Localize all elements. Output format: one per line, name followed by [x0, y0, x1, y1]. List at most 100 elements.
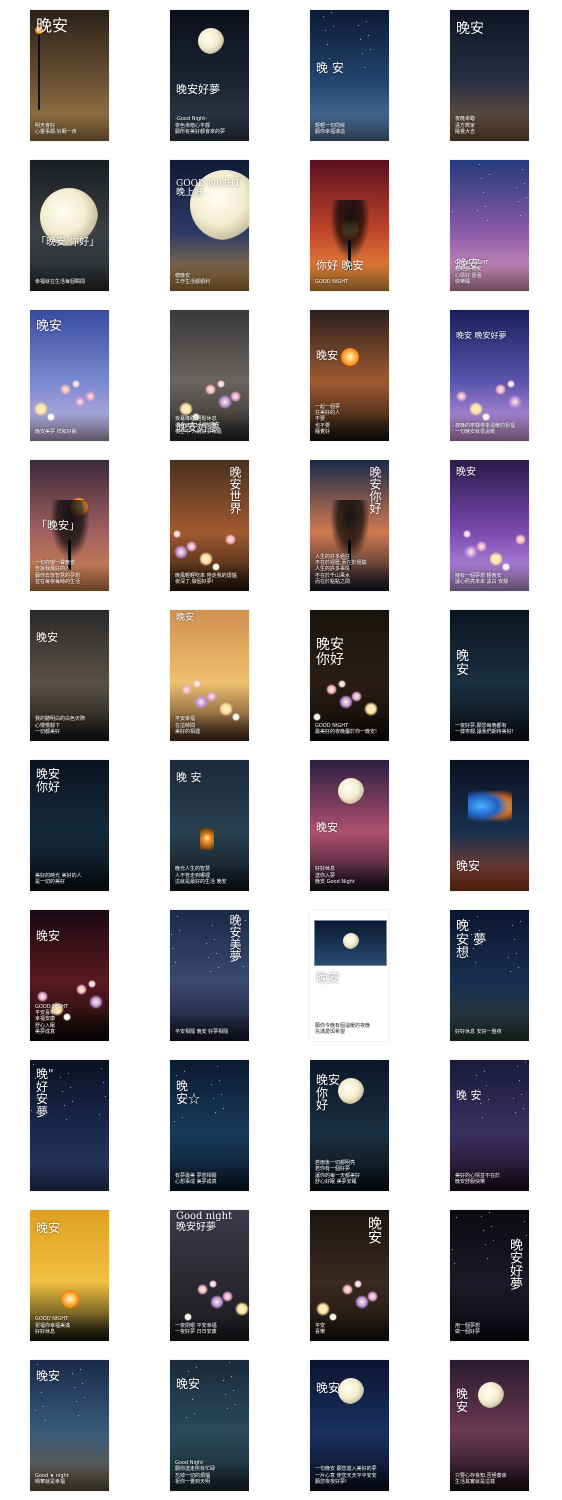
poster-card[interactable]: 晚安 你好 美好的時光 美好的人 是一切的美好 [30, 760, 109, 891]
star-icon [452, 211, 453, 212]
star-icon [514, 939, 515, 940]
poster-card[interactable]: 晚 安☆ 有夢最美 夢想相隨 心想事成 美夢成真 [170, 1060, 249, 1191]
star-icon [370, 49, 371, 50]
star-icon [184, 1071, 185, 1072]
poster-caption: GOOD NIGHT 平安喜樂 幸福安康 舒心入眠 美夢成真 [35, 1003, 69, 1035]
star-icon [70, 1087, 71, 1088]
poster-title: 晚安 晚安好夢 [456, 331, 507, 340]
poster-card[interactable]: 晚安 你 好若雨後一切都明亮 若你有一個好夢 讓你的每一天都美好 舒心好眠 美夢… [310, 1060, 389, 1191]
poster-card[interactable]: 晚安 你好 GOOD NIGHT 最美好的夜晚屬於你一晚安! [310, 610, 389, 741]
poster-title: 晚安 [36, 319, 63, 334]
poster-title: 晚安 [366, 1216, 382, 1244]
poster-card[interactable]: 晚安好夢 夜幕降臨 輕鬆休息 滿身疲憊 心無旁騖 夜空中 入眠好夢相隨 [170, 310, 249, 441]
poster-card[interactable]: 晚 安輕輕一句問候 願你幸福滿溢 [310, 10, 389, 141]
flower-icon [464, 545, 478, 559]
star-icon [66, 1119, 67, 1120]
flower-icon [495, 384, 506, 395]
star-icon [103, 1082, 104, 1083]
poster-caption: 擁有一個夢想 輕晚安 讓心照亮未來 黑白 安靜 [455, 572, 509, 585]
poster-card[interactable]: 晚安 擁有一個夢想 輕晚安 讓心照亮未來 黑白 安靜 [450, 460, 529, 591]
poster-card[interactable]: 晚安 夜晚來臨 遠方嚮家 睡覺大吉 [450, 10, 529, 141]
poster-caption: 一句晚安 願您進入美好的夢 一片心意 使您天天平平安安 願您夜夜好夢! [315, 1466, 377, 1485]
star-icon [481, 1216, 482, 1217]
star-icon [76, 1401, 77, 1402]
poster-card[interactable]: 晚安 GOOD NIGHT 平安喜樂 幸福安康 舒心入眠 美夢成真 [30, 910, 109, 1041]
flower-icon [194, 695, 208, 709]
star-icon [175, 962, 176, 963]
flower-icon [235, 1302, 249, 1316]
poster-card[interactable]: 你好 晚安 GOOD NIGHT [310, 160, 389, 291]
flower-icon [205, 384, 216, 395]
poster-card[interactable]: 晚安世界 晚風輕輕吹來 帶走我的煩惱 夜深了,做個好夢! [170, 460, 249, 591]
star-icon [327, 44, 328, 45]
poster-card[interactable]: 晚安 GOOD NIGHT 祝福你幸福美滿 好好休息 [30, 1210, 109, 1341]
flower-icon [354, 1280, 362, 1288]
flower-icon [174, 545, 188, 559]
poster-card[interactable]: 晚安 晚安美夢 祥和好眠 [30, 310, 109, 441]
poster-card[interactable]: 晚安 晚安好夢夜晚的寧靜帶來溫暖的祝福 一句晚安就很溫暖 [450, 310, 529, 441]
poster-card[interactable]: 晚 安 夢 想好好休息 安好一整夜 [450, 910, 529, 1041]
poster-caption: 夜晚的寧靜帶來溫暖的祝福 一句晚安就很溫暖 [455, 422, 516, 435]
flower-icon [173, 530, 181, 538]
poster-card[interactable]: 晚安 Good ★ night 晴華就是幸福 [30, 1360, 109, 1491]
poster-caption: GOOD NIGHT 最美好的夜晚屬於你一晚安! [315, 722, 378, 735]
poster-caption: 平安幸福 在這時間 美好的相遇 [175, 716, 201, 735]
star-icon [78, 1415, 79, 1416]
star-icon [74, 1387, 75, 1388]
poster-card[interactable]: 晚安 願你今晚有個溫暖的夜晚 充滿愛與希望 [310, 910, 389, 1041]
moon-icon [338, 1078, 364, 1104]
poster-card[interactable]: 晚安 Good Night 願你送走所有忙碌 忘掉一切的煩惱 祝你一覺到天明 [170, 1360, 249, 1491]
poster-title: 晚 安 [456, 1089, 482, 1102]
poster-card[interactable]: 晚安 平安 喜樂 [310, 1210, 389, 1341]
poster-card[interactable]: 晚安好夢 -Good Night- 夜色漸暗心平靜 願所有美好都會來的夢 [170, 10, 249, 141]
star-icon [186, 1417, 187, 1418]
poster-card[interactable]: 晚 安只要心存良知,否極泰來 生活其實就是這樣 [450, 1360, 529, 1491]
star-icon [64, 1105, 65, 1106]
poster-card[interactable]: 晚安 GOOD NIGHT 輕輕放 晚安 心情好 愿強 快樂睡 [450, 160, 529, 291]
star-icon [329, 58, 330, 59]
poster-title: 晚安 [316, 821, 338, 834]
poster-caption: 用一個夢想 做一個好夢 [455, 1322, 481, 1335]
star-icon [245, 920, 246, 921]
star-icon [235, 1404, 236, 1405]
poster-card[interactable]: GOOD NIGHT 晚上好 德晚安 工作生活都順利 [170, 160, 249, 291]
star-icon [480, 1103, 481, 1104]
poster-card[interactable]: 晚安 一句晚安 願您進入美好的夢 一片心意 使您天天平平安安 願您夜夜好夢! [310, 1360, 389, 1491]
poster-card[interactable]: 晚安好夢 用一個夢想 做一個好夢 [450, 1210, 529, 1341]
poster-card[interactable]: 晚安 我的聽明白的白色天際 心慢慢靜下 一切都美好 [30, 610, 109, 741]
poster-card[interactable]: 「晚安」 一句你望一聲晚安 告訴我最好的人 願你去放智慧的夢想 並在每夜每時的生活 [30, 460, 109, 591]
poster-caption: 願你今晚有個溫暖的夜晚 充滿愛與希望 [315, 1022, 371, 1035]
star-icon [243, 966, 244, 967]
flower-icon [463, 530, 471, 538]
poster-card[interactable]: 晚 安美好的心情並不在於 晚安舒服快樂 [450, 1060, 529, 1191]
poster-card[interactable]: 晚 安一夜好夢,願您每晚都有 一樣寧靜,讓我們期待美好! [450, 610, 529, 741]
poster-card[interactable]: 晚" 好 安 夢 [30, 1060, 109, 1191]
poster-card[interactable]: 晚安 一起一個夢 在美好的人 不要 也不要 睡覺好 [310, 310, 389, 441]
star-icon [517, 1066, 518, 1067]
flower-icon [316, 1302, 330, 1316]
flower-icon [469, 402, 483, 416]
poster-title: 晚安 [316, 349, 338, 362]
poster-card[interactable]: 「晚安 你好」 幸福就在生活每個瞬間 [30, 160, 109, 291]
flower-icon [482, 413, 490, 421]
poster-card[interactable]: 晚安 好好休息 送你入夢 晚安 Good Night [310, 760, 389, 891]
poster-caption: 若雨後一切都明亮 若你有一個好夢 讓你的每一天都美好 舒心好眠 美夢安睡 [315, 1160, 361, 1185]
poster-card[interactable]: 晚 安晚光人生的智慧 人不管走到哪裡 這就是最好的生活 晚安 [170, 760, 249, 891]
poster-card[interactable]: 晚安 [450, 760, 529, 891]
flower-icon [218, 395, 232, 409]
star-icon [526, 197, 527, 198]
poster-title: 晚" 好 安 夢 [36, 1067, 54, 1119]
flower-icon [355, 1295, 369, 1309]
poster-title: 「晚安」 [36, 519, 80, 532]
poster-caption: -Good Night- 夜色漸暗心平靜 願所有美好都會來的夢 [175, 116, 226, 135]
poster-card[interactable]: 晚安美夢 平安相隨 晚安 好夢相隨 [170, 910, 249, 1041]
star-icon [231, 1376, 232, 1377]
flower-icon [502, 563, 510, 571]
poster-title: 晚安你好 [368, 466, 382, 514]
poster-card[interactable]: 晚安 明天會好 心靈事靜,好眠一夜 [30, 10, 109, 141]
star-icon [99, 1114, 100, 1115]
poster-card[interactable]: Good night 晚安好夢 一夜閉眼 平安幸福 一夜好夢 日日安康 [170, 1210, 249, 1341]
poster-card[interactable]: 晚安 平安幸福 在這時間 美好的相遇 [170, 610, 249, 741]
poster-card[interactable]: 晚安你好 人生的許多過往 不在於經歷,而在於經驗 人生的許多事情 不在於千山萬水 … [310, 460, 389, 591]
star-icon [484, 1071, 485, 1072]
